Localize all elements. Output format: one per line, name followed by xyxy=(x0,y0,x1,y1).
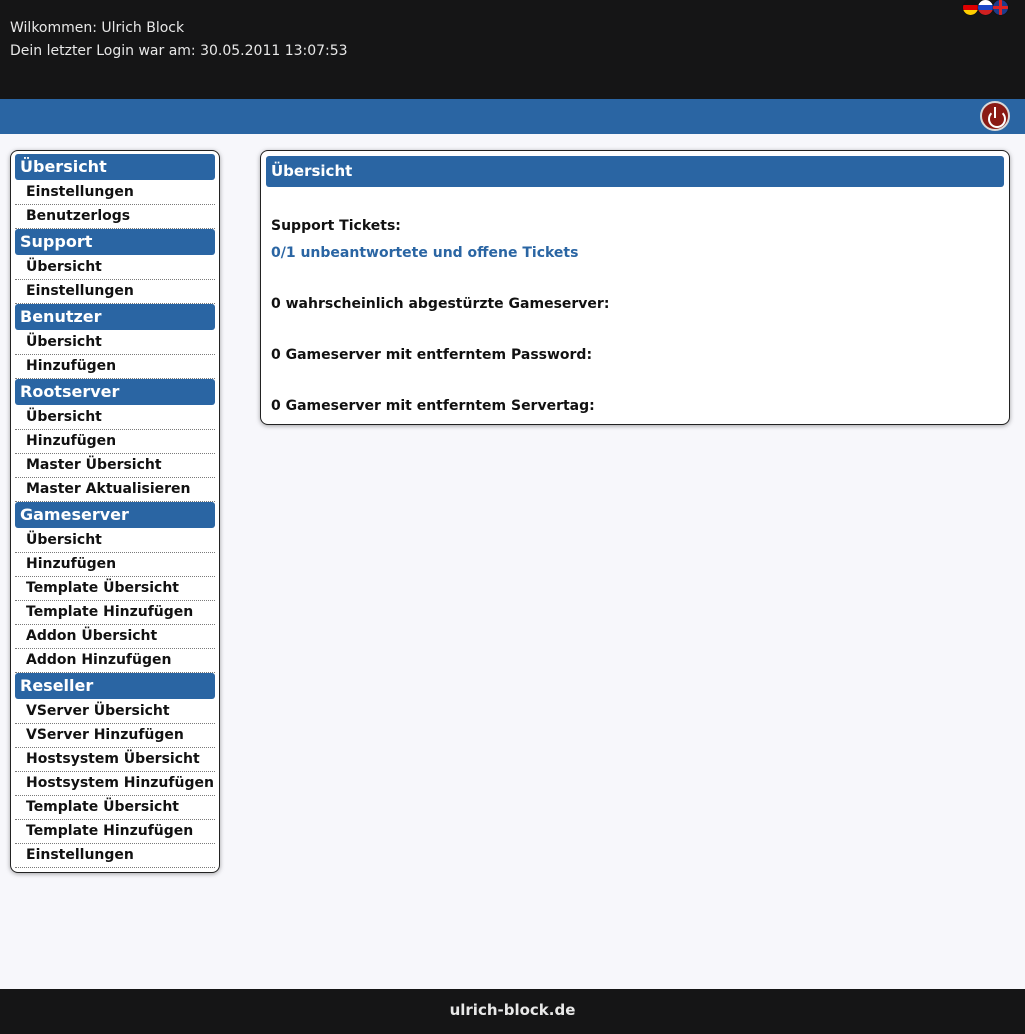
sidebar-nav: Übersicht Einstellungen Benutzerlogs Suppor… xyxy=(10,150,220,873)
panel-title: Übersicht xyxy=(266,156,1004,187)
sidebar-item[interactable]: Template Übersicht xyxy=(15,577,215,601)
sidebar-item[interactable]: Template Hinzufügen xyxy=(15,820,215,844)
sidebar-item[interactable]: Template Übersicht xyxy=(15,796,215,820)
sidebar-item[interactable]: Hostsystem Übersicht xyxy=(15,748,215,772)
sidebar-item[interactable]: Hinzufügen xyxy=(15,553,215,577)
sidebar-item[interactable]: VServer Hinzufügen xyxy=(15,724,215,748)
sidebar-section-header: Übersicht xyxy=(15,154,215,180)
sidebar-item[interactable]: Übersicht xyxy=(15,256,215,280)
top-header: Wilkommen: Ulrich Block Dein letzter Log… xyxy=(0,0,1025,99)
overview-panel: Übersicht Support Tickets: 0/1 unbeantwo… xyxy=(260,150,1010,425)
footer: ulrich-block.de xyxy=(0,989,1025,1034)
sidebar-item[interactable]: Hostsystem Hinzufügen xyxy=(15,772,215,796)
sidebar-section-header: Rootserver xyxy=(15,379,215,405)
sidebar-item[interactable]: Template Hinzufügen xyxy=(15,601,215,625)
sidebar-item[interactable]: Addon Hinzufügen xyxy=(15,649,215,673)
sidebar-item[interactable]: Übersicht xyxy=(15,406,215,430)
toolbar xyxy=(0,99,1025,134)
sidebar-item[interactable]: Einstellungen xyxy=(15,844,215,868)
password-removed-text: 0 Gameserver mit entferntem Password: xyxy=(271,347,593,363)
crashed-gameserver-text: 0 wahrscheinlich abgestürzte Gameserver: xyxy=(271,296,610,312)
sidebar-item[interactable]: Übersicht xyxy=(15,331,215,355)
sidebar-item[interactable]: Master Übersicht xyxy=(15,454,215,478)
sidebar-section-header: Reseller xyxy=(15,673,215,699)
servertag-removed-text: 0 Gameserver mit entferntem Servertag: xyxy=(271,398,595,414)
sidebar-item[interactable]: VServer Übersicht xyxy=(15,700,215,724)
sidebar-section-header: Support xyxy=(15,229,215,255)
sidebar-item[interactable]: Einstellungen xyxy=(15,181,215,205)
tickets-link[interactable]: 0/1 unbeantwortete und offene Tickets xyxy=(271,245,578,261)
sidebar-item[interactable]: Addon Übersicht xyxy=(15,625,215,649)
sidebar-item[interactable]: Benutzerlogs xyxy=(15,205,215,229)
sidebar-section-header: Benutzer xyxy=(15,304,215,330)
sidebar-section-header: Gameserver xyxy=(15,502,215,528)
sidebar-item[interactable]: Hinzufügen xyxy=(15,430,215,454)
power-icon[interactable] xyxy=(980,101,1010,131)
de-flag-icon[interactable] xyxy=(963,0,978,15)
sidebar-item[interactable]: Einstellungen xyxy=(15,280,215,304)
support-tickets-label: Support Tickets: xyxy=(271,218,401,234)
welcome-text: Wilkommen: Ulrich Block xyxy=(10,20,185,36)
sidebar-item[interactable]: Master Aktualisieren xyxy=(15,478,215,502)
sidebar-item[interactable]: Übersicht xyxy=(15,529,215,553)
last-login-text: Dein letzter Login war am: 30.05.2011 13… xyxy=(10,43,348,59)
ru-flag-icon[interactable] xyxy=(978,0,993,15)
uk-flag-icon[interactable] xyxy=(993,0,1008,15)
sidebar-item[interactable]: Hinzufügen xyxy=(15,355,215,379)
